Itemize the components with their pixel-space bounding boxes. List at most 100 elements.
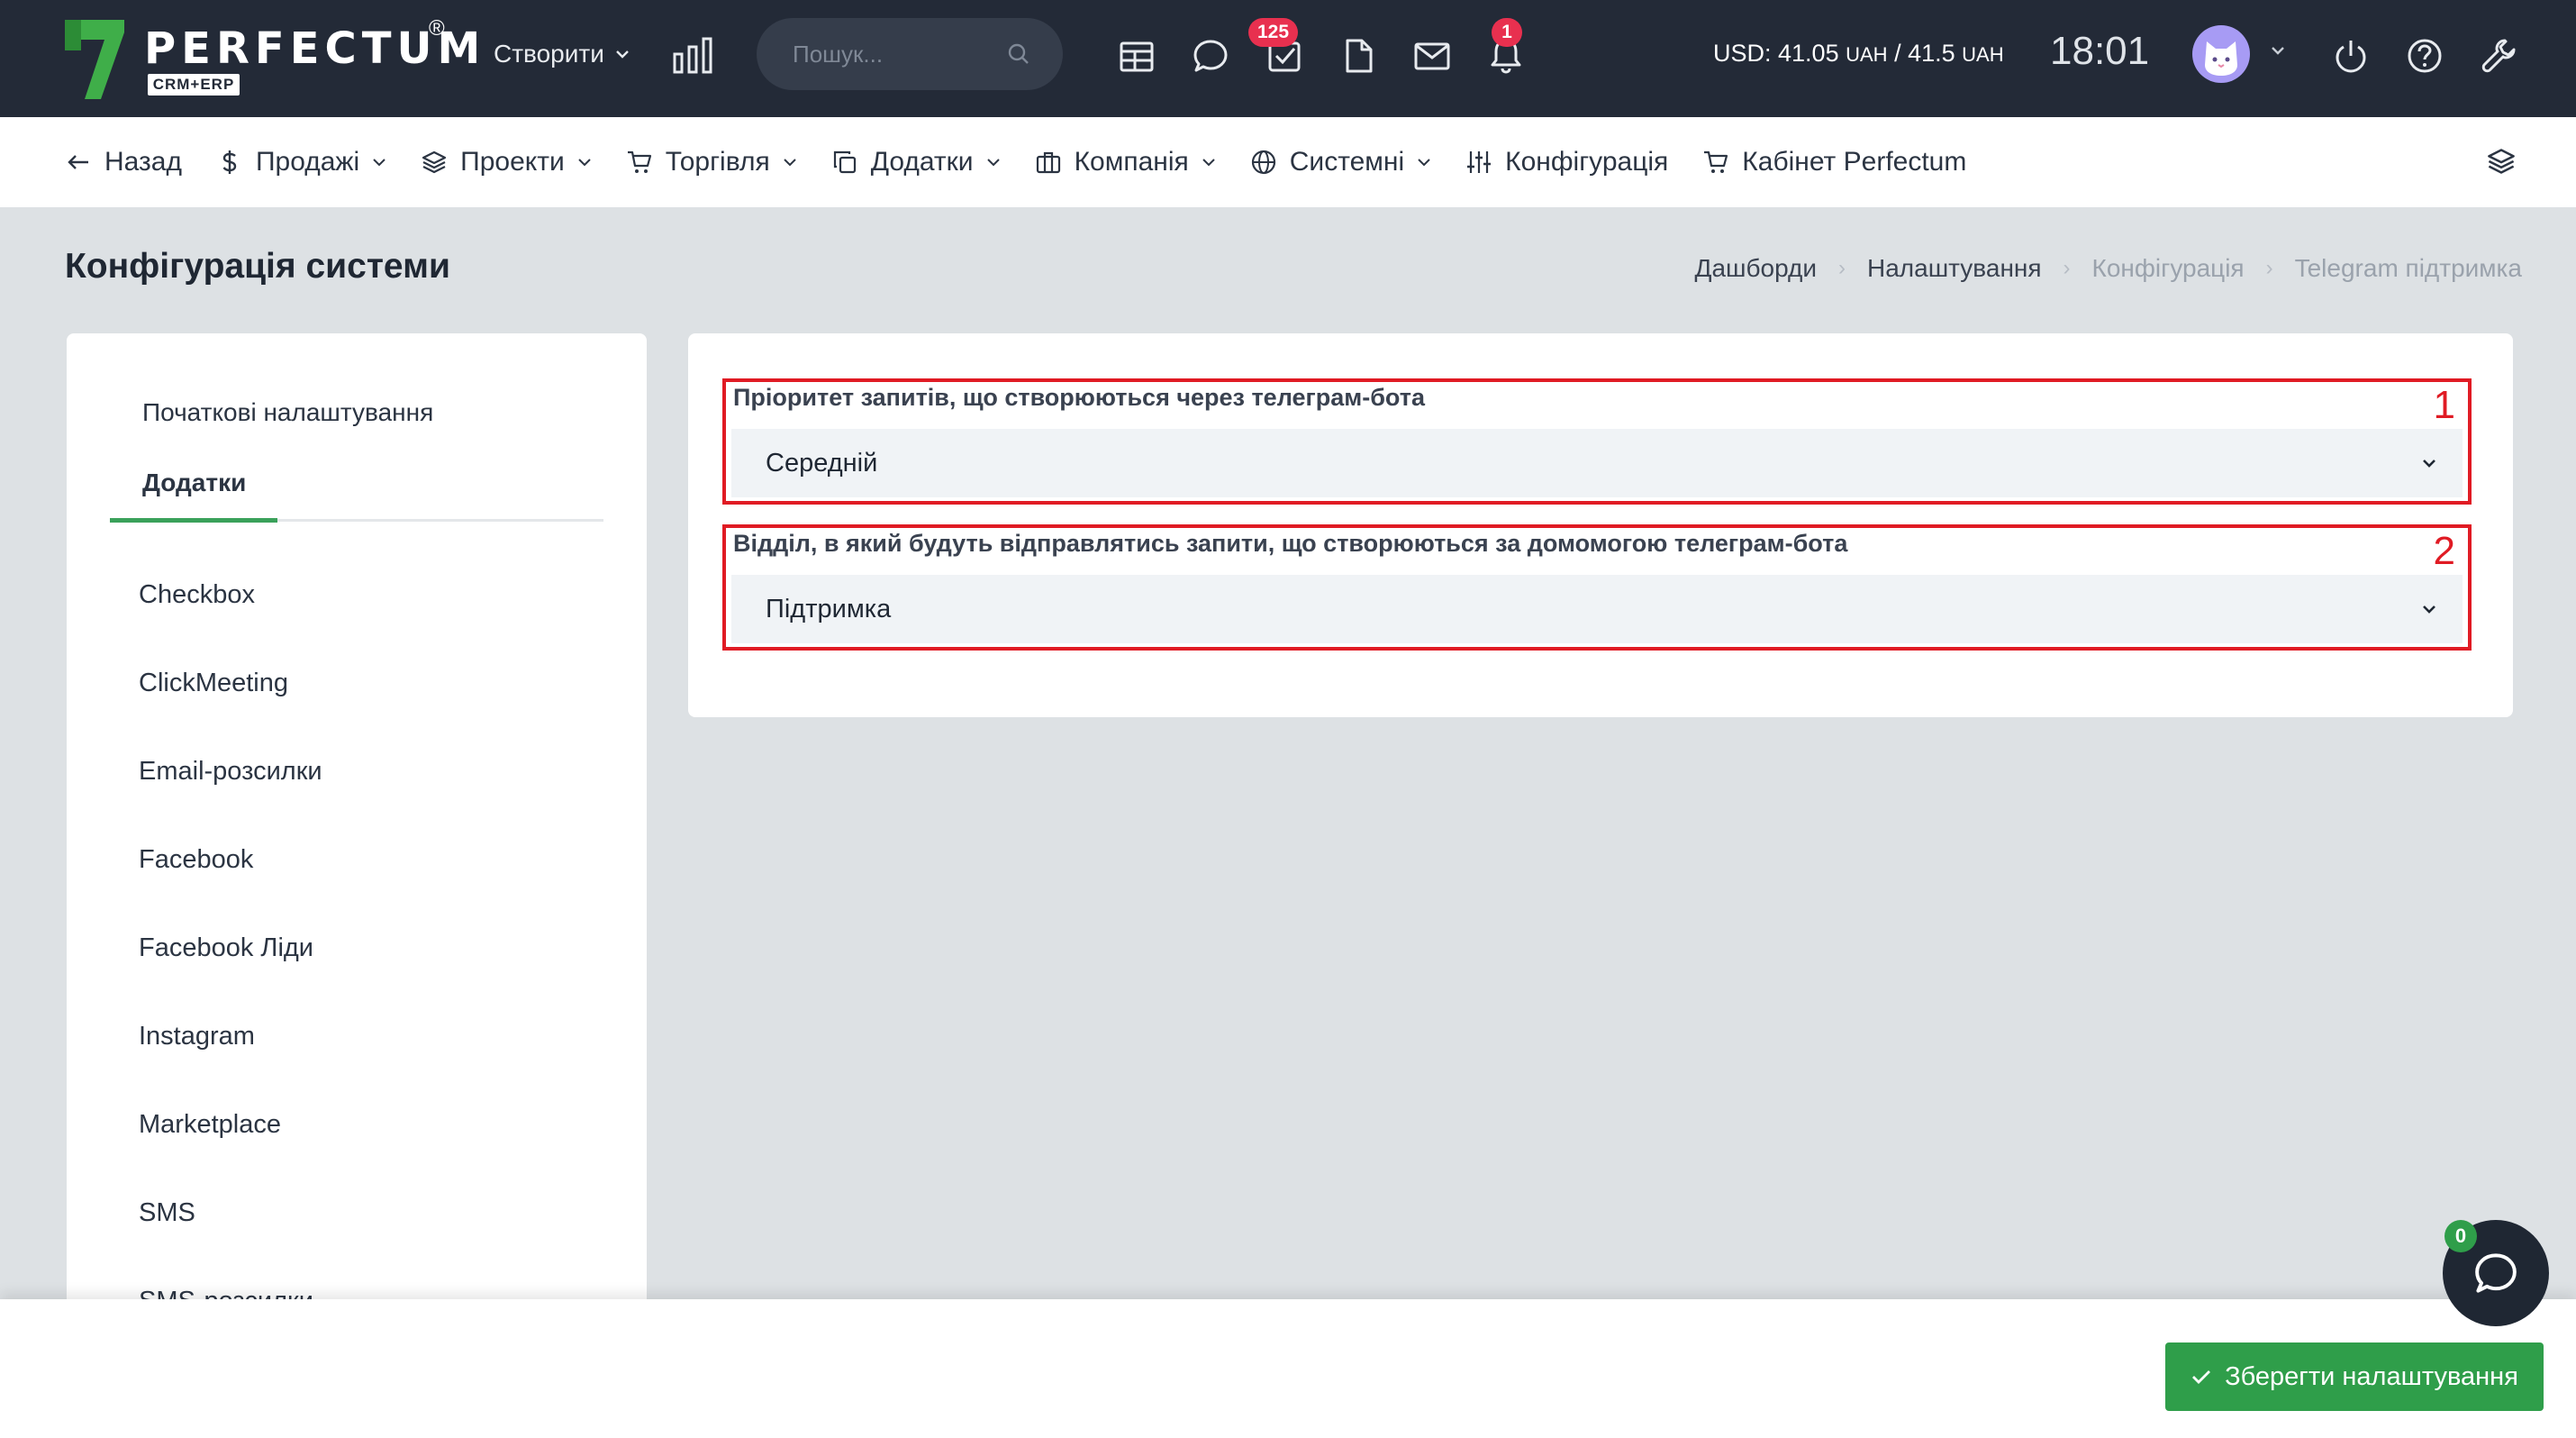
wrench-icon[interactable] bbox=[2479, 36, 2518, 76]
sidebar-tab-initial-settings[interactable]: Початкові налаштування bbox=[142, 398, 433, 427]
menu-company[interactable]: Компанія bbox=[1035, 147, 1216, 177]
currency-sell: 41.5 bbox=[1908, 40, 1955, 67]
currency-buy: 41.05 bbox=[1778, 40, 1839, 67]
tasks-badge: 125 bbox=[1248, 18, 1299, 47]
avatar[interactable] bbox=[2192, 25, 2250, 83]
priority-label: Пріоритет запитів, що створюються через … bbox=[733, 384, 1425, 411]
logo-tagline: CRM+ERP bbox=[148, 74, 240, 96]
chevron-down-icon bbox=[1418, 159, 1430, 167]
menu-config-label: Конфігурація bbox=[1505, 147, 1669, 177]
sidebar-item-marketplace[interactable]: Marketplace bbox=[139, 1106, 322, 1195]
breadcrumb-dashboards[interactable]: Дашборди bbox=[1694, 254, 1817, 283]
chat-unread-badge: 0 bbox=[2444, 1220, 2477, 1252]
top-bar: PERFECTUM ® CRM+ERP Створити 125 1 USD: bbox=[0, 0, 2576, 117]
breadcrumb: Дашборди › Налаштування › Конфігурація ›… bbox=[1694, 254, 2522, 283]
save-settings-button[interactable]: Зберегти налаштування bbox=[2165, 1342, 2544, 1411]
sidebar-item-facebook-leads[interactable]: Facebook Ліди bbox=[139, 930, 322, 1018]
telegram-settings-card: Пріоритет запитів, що створюються через … bbox=[688, 333, 2513, 717]
sidebar-item-checkbox[interactable]: Checkbox bbox=[139, 577, 322, 665]
department-value: Підтримка bbox=[766, 594, 892, 623]
breadcrumb-current: Telegram підтримка bbox=[2294, 254, 2522, 282]
dollar-icon bbox=[222, 150, 237, 174]
sidebar-tab-addons[interactable]: Додатки bbox=[142, 469, 246, 497]
logo-registered-mark: ® bbox=[429, 16, 445, 41]
arrow-left-icon bbox=[68, 155, 88, 169]
chevron-down-icon bbox=[784, 159, 796, 167]
menu-trade[interactable]: Торгівля bbox=[626, 147, 797, 177]
page-title: Конфігурація системи bbox=[65, 247, 450, 286]
sidebar-addon-list: Checkbox ClickMeeting Email-розсилки Fac… bbox=[139, 577, 322, 1324]
chevron-down-icon bbox=[1202, 159, 1215, 167]
currency-rate: USD: 41.05 UAH / 41.5 UAH bbox=[1713, 40, 2004, 68]
shopping-cart-icon bbox=[1704, 150, 1728, 173]
check-icon bbox=[2192, 1370, 2211, 1384]
sidebar-item-facebook[interactable]: Facebook bbox=[139, 842, 322, 930]
annotation-marker-2: 2 bbox=[2433, 529, 2455, 573]
breadcrumb-settings[interactable]: Налаштування bbox=[1867, 254, 2042, 283]
user-menu-chevron-icon[interactable] bbox=[2270, 45, 2286, 56]
menu-cabinet-label: Кабінет Perfectum bbox=[1742, 147, 1967, 177]
menu-projects-label: Проекти bbox=[460, 147, 565, 177]
notifications-badge: 1 bbox=[1492, 18, 1522, 47]
save-settings-label: Зберегти налаштування bbox=[2225, 1361, 2518, 1391]
perfectum-logo[interactable]: PERFECTUM ® CRM+ERP bbox=[65, 16, 480, 101]
department-field: Відділ, в який будуть відправлятись запи… bbox=[722, 524, 2472, 651]
breadcrumb-configuration[interactable]: Конфігурація bbox=[2092, 254, 2245, 283]
menu-addons-label: Додатки bbox=[870, 147, 974, 177]
settings-sidebar: Початкові налаштування Додатки Checkbox … bbox=[67, 333, 647, 1324]
menu-sales-label: Продажі bbox=[255, 147, 360, 177]
annotation-marker-1: 1 bbox=[2433, 383, 2455, 427]
copy-icon bbox=[833, 150, 856, 174]
menu-config[interactable]: Конфігурація bbox=[1465, 147, 1668, 177]
chat-icon[interactable] bbox=[1191, 36, 1230, 76]
layers-icon bbox=[422, 150, 447, 174]
cart-icon bbox=[627, 150, 651, 173]
menu-company-label: Компанія bbox=[1074, 147, 1189, 177]
menu-back-label: Назад bbox=[104, 147, 182, 177]
menu-back[interactable]: Назад bbox=[65, 147, 182, 177]
create-label: Створити bbox=[494, 40, 604, 68]
main-menu: Назад Продажі Проекти Торгівля Додатки К… bbox=[0, 117, 2576, 207]
menu-cabinet[interactable]: Кабінет Perfectum bbox=[1702, 147, 1966, 177]
breadcrumb-separator-icon: › bbox=[2063, 256, 2071, 280]
chevron-down-icon bbox=[2423, 460, 2435, 468]
globe-icon bbox=[1251, 150, 1275, 175]
search-icon[interactable] bbox=[1007, 42, 1030, 66]
search-input[interactable] bbox=[793, 40, 991, 68]
sidebar-item-clickmeeting[interactable]: ClickMeeting bbox=[139, 665, 322, 753]
document-icon[interactable] bbox=[1338, 36, 1378, 76]
logo-mark-icon bbox=[65, 20, 124, 99]
chevron-down-icon bbox=[578, 159, 591, 167]
footer-bar: Зберегти налаштування bbox=[0, 1299, 2576, 1438]
currency-unit-buy: UAH bbox=[1846, 43, 1888, 66]
sidebar-item-email[interactable]: Email-розсилки bbox=[139, 753, 322, 842]
priority-field: Пріоритет запитів, що створюються через … bbox=[722, 378, 2472, 505]
chevron-down-icon bbox=[986, 159, 1000, 167]
department-select[interactable]: Підтримка bbox=[731, 575, 2463, 643]
search-box bbox=[757, 18, 1063, 90]
bar-chart-icon[interactable] bbox=[672, 36, 713, 74]
chevron-down-icon bbox=[2423, 605, 2435, 614]
department-label: Відділ, в який будуть відправлятись запи… bbox=[733, 530, 1848, 557]
power-icon[interactable] bbox=[2331, 36, 2371, 76]
menu-system[interactable]: Системні bbox=[1250, 147, 1431, 177]
sidebar-tab-active-indicator bbox=[110, 518, 277, 523]
create-dropdown[interactable]: Створити bbox=[494, 36, 630, 72]
menu-sales[interactable]: Продажі bbox=[216, 147, 386, 177]
menu-projects[interactable]: Проекти bbox=[421, 147, 592, 177]
breadcrumb-separator-icon: › bbox=[2265, 256, 2273, 280]
sliders-icon bbox=[1467, 151, 1492, 173]
menu-addons[interactable]: Додатки bbox=[831, 147, 1001, 177]
chat-bubble-icon bbox=[2475, 1253, 2517, 1293]
sidebar-item-sms[interactable]: SMS bbox=[139, 1195, 322, 1283]
sidebar-item-instagram[interactable]: Instagram bbox=[139, 1018, 322, 1106]
help-icon[interactable] bbox=[2405, 36, 2444, 76]
calendar-table-icon[interactable] bbox=[1117, 36, 1156, 76]
chevron-down-icon bbox=[616, 50, 629, 59]
mail-icon[interactable] bbox=[1412, 36, 1452, 76]
priority-select[interactable]: Середній bbox=[731, 429, 2463, 497]
priority-value: Середній bbox=[766, 448, 878, 478]
cat-avatar-icon bbox=[2205, 41, 2237, 76]
layers-toggle-icon[interactable] bbox=[2486, 146, 2517, 177]
briefcase-icon bbox=[1036, 151, 1060, 174]
